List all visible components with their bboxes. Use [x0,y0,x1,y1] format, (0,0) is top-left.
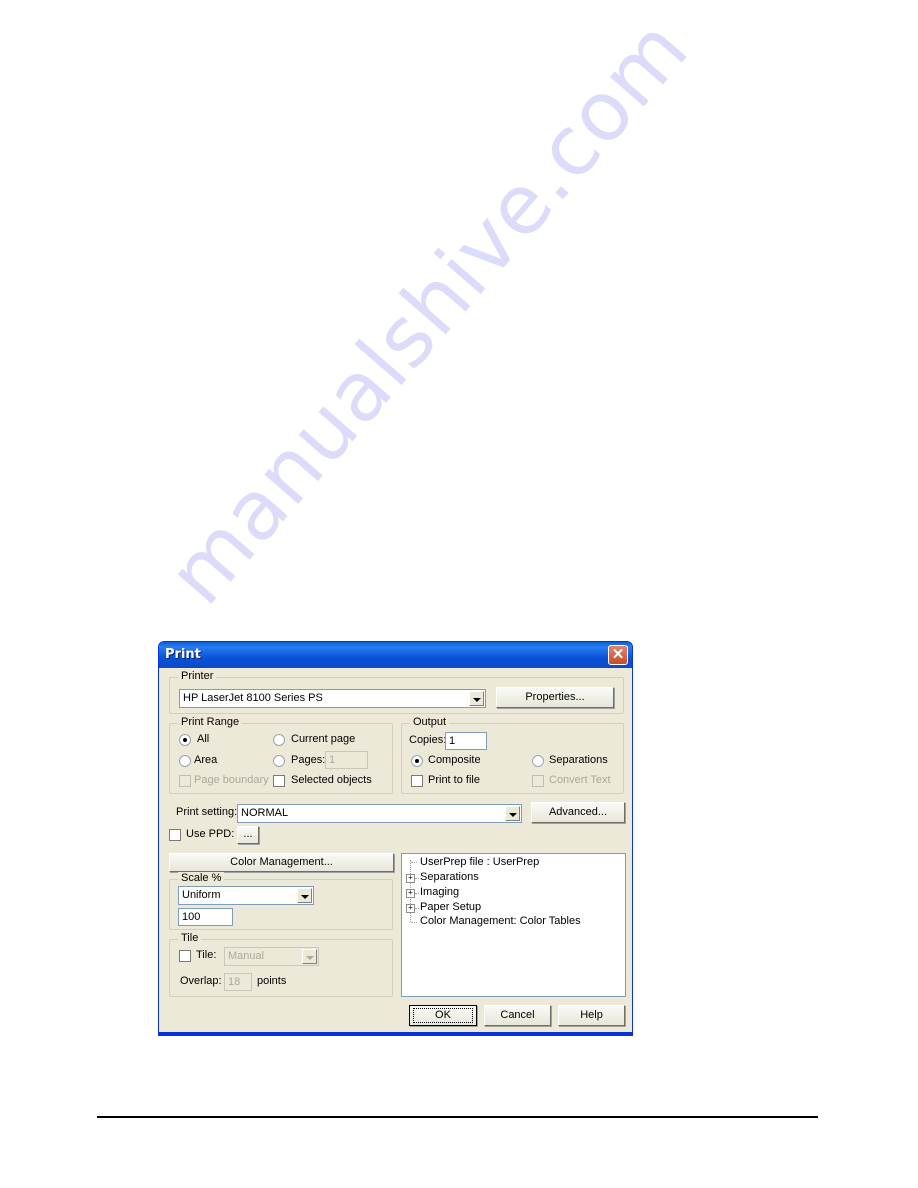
expand-plus-icon[interactable]: + [406,874,415,883]
radio-pages[interactable] [273,755,285,767]
printer-group-label: Printer [178,670,217,682]
radio-current-page-label[interactable]: Current page [291,733,355,745]
chevron-down-icon[interactable] [469,691,484,706]
close-button[interactable]: ✕ [608,645,628,665]
help-button[interactable]: Help [558,1005,625,1026]
convert-text-label: Convert Text [549,774,611,786]
expand-plus-icon[interactable]: + [406,889,415,898]
selected-objects-checkbox[interactable] [273,775,285,787]
watermark: manualshive.com [150,1,708,623]
tree-connector [415,893,419,894]
dialog-title: Print [165,647,201,662]
pages-input[interactable]: 1 [325,751,368,769]
copies-label: Copies: [409,734,447,746]
radio-area[interactable] [179,755,191,767]
cancel-button[interactable]: Cancel [484,1005,551,1026]
tree-item-imaging[interactable]: Imaging [420,886,459,898]
tile-checkbox[interactable] [179,950,191,962]
close-icon: ✕ [611,646,625,663]
ok-button[interactable]: OK [409,1005,477,1026]
print-setting-value: NORMAL [241,807,289,819]
radio-composite[interactable] [411,755,423,767]
chevron-down-icon[interactable] [297,888,312,903]
radio-current-page[interactable] [273,734,285,746]
overlap-unit-label: points [257,975,287,987]
tile-mode-select[interactable]: Manual [224,947,319,966]
radio-separations-label[interactable]: Separations [549,754,608,766]
tree-connector [411,862,417,863]
tree-item-userprep[interactable]: UserPrep file : UserPrep [420,856,539,868]
properties-button[interactable]: Properties... [496,687,614,708]
use-ppd-label[interactable]: Use PPD: [186,828,234,840]
tree-item-color-management[interactable]: Color Management: Color Tables [420,915,581,927]
print-range-group-label: Print Range [178,716,243,728]
print-to-file-label[interactable]: Print to file [428,774,480,786]
color-management-button[interactable]: Color Management... [169,853,394,872]
tree-item-paper-setup[interactable]: Paper Setup [420,901,481,913]
tree-connector [415,908,419,909]
overlap-input[interactable]: 18 [224,973,252,991]
page-boundary-label: Page boundary [194,774,269,786]
scale-mode-select[interactable]: Uniform [178,886,314,905]
scale-value-input[interactable]: 100 [178,908,233,926]
print-to-file-checkbox[interactable] [411,775,423,787]
advanced-button[interactable]: Advanced... [531,802,625,823]
scale-group-label: Scale % [178,872,225,884]
copies-input[interactable]: 1 [445,732,487,750]
ppd-browse-button[interactable]: ... [237,826,259,844]
overlap-label: Overlap: [180,975,222,987]
radio-pages-label[interactable]: Pages: [291,754,325,766]
print-setting-label: Print setting: [176,806,238,818]
expand-plus-icon[interactable]: + [406,904,415,913]
printer-select[interactable]: HP LaserJet 8100 Series PS [179,689,486,708]
footer-rule [97,1116,818,1118]
title-bar[interactable]: Print ✕ [159,642,632,668]
radio-area-label[interactable]: Area [194,754,217,766]
chevron-down-icon[interactable] [505,806,520,821]
use-ppd-checkbox[interactable] [169,829,181,841]
print-dialog: Print ✕ Printer HP LaserJet 8100 Series … [158,641,633,1036]
settings-tree[interactable]: UserPrep file : UserPrep + Separations +… [401,853,626,997]
focus-rectangle [413,1008,473,1023]
output-group-label: Output [410,716,450,728]
tree-connector [411,922,417,923]
radio-composite-label[interactable]: Composite [428,754,481,766]
print-setting-select[interactable]: NORMAL [237,804,522,823]
page-boundary-checkbox[interactable] [179,775,191,787]
tree-connector [415,878,419,879]
tile-mode-value: Manual [228,950,265,962]
tile-group-label: Tile [178,932,202,944]
scale-mode-value: Uniform [182,889,221,901]
printer-select-value: HP LaserJet 8100 Series PS [183,692,323,704]
radio-separations[interactable] [532,755,544,767]
chevron-down-icon[interactable] [302,949,317,964]
radio-all[interactable] [179,734,191,746]
convert-text-checkbox[interactable] [532,775,544,787]
selected-objects-label[interactable]: Selected objects [291,774,372,786]
radio-all-label[interactable]: All [197,733,209,745]
tile-label[interactable]: Tile: [196,949,216,961]
tree-item-separations[interactable]: Separations [420,871,479,883]
